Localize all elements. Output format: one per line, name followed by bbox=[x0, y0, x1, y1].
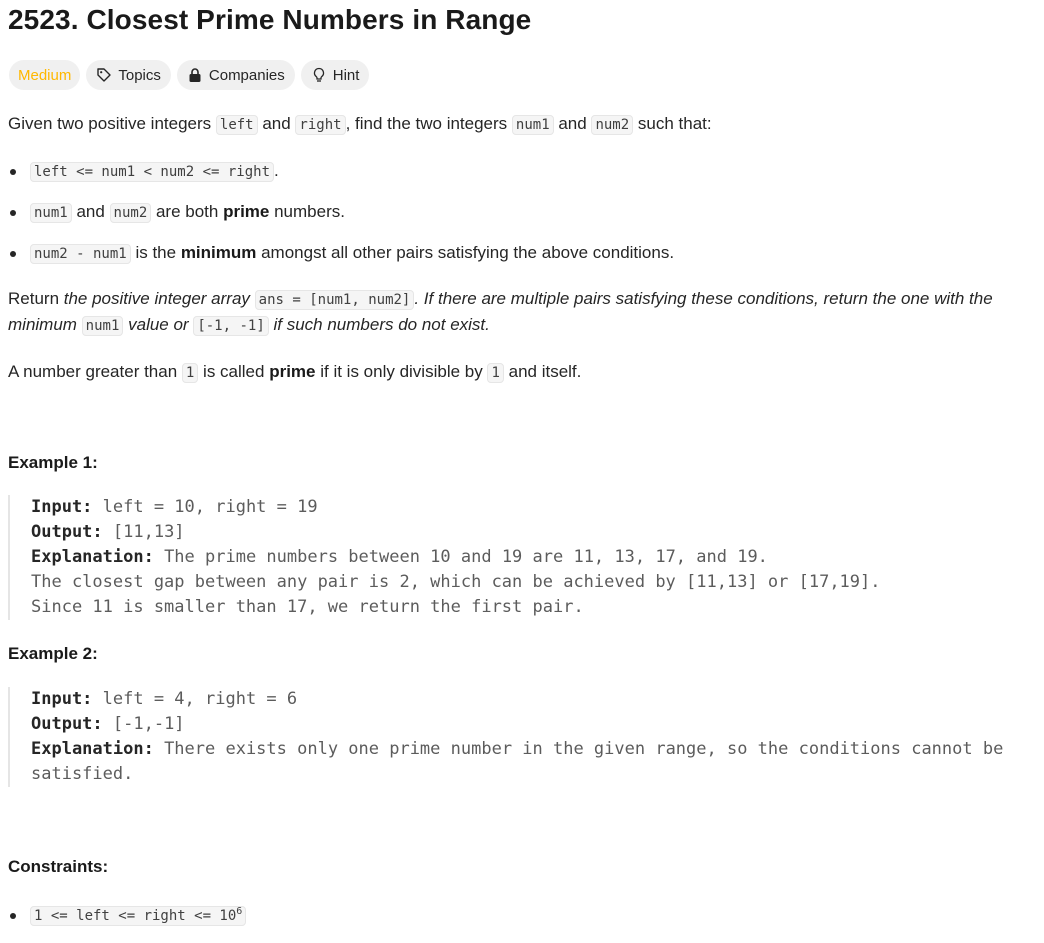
difficulty-badge[interactable]: Medium bbox=[9, 60, 81, 90]
constraint-text: 1 <= left <= right <= 10 bbox=[34, 908, 237, 924]
hint-button[interactable]: Hint bbox=[300, 60, 370, 90]
condition-item-1: left <= num1 < num2 <= right. bbox=[8, 158, 279, 185]
example-2-heading: Example 2: bbox=[8, 644, 98, 663]
definition-text: if it is only divisible by bbox=[315, 362, 488, 381]
inline-code: 1 bbox=[487, 363, 504, 383]
companies-button[interactable]: Companies bbox=[176, 60, 295, 90]
condition-text: numbers. bbox=[269, 202, 345, 221]
inline-code: right bbox=[295, 115, 346, 135]
inline-code: 1 bbox=[181, 363, 199, 383]
intro-text: and bbox=[257, 114, 296, 133]
inline-code: ans = [num1, num2] bbox=[254, 290, 415, 310]
bold-term: prime bbox=[269, 362, 316, 381]
constraints-heading: Constraints: bbox=[8, 857, 109, 876]
explanation-text: Since 11 is smaller than 17, we return t… bbox=[31, 597, 584, 617]
return-italic: minimum bbox=[8, 315, 82, 334]
explanation-text: The closest gap between any pair is 2, w… bbox=[31, 572, 881, 592]
lock-icon bbox=[187, 67, 203, 83]
condition-text: amongst all other pairs satisfying the a… bbox=[256, 243, 675, 262]
return-paragraph-line2: minimum num1 value or [-1, -1] if such n… bbox=[8, 312, 490, 339]
explanation-text: satisfied. bbox=[31, 764, 134, 784]
bullet-dot bbox=[10, 209, 16, 216]
lightbulb-icon bbox=[311, 67, 327, 83]
exponent: 6 bbox=[236, 906, 243, 917]
intro-text: , find the two integers bbox=[345, 114, 512, 133]
explanation-label: Explanation: bbox=[31, 739, 154, 759]
condition-text: and bbox=[71, 202, 110, 221]
explanation-text: There exists only one prime number in th… bbox=[153, 739, 1004, 759]
prime-definition: A number greater than 1 is called prime … bbox=[8, 359, 581, 386]
input-label: Input: bbox=[31, 497, 93, 517]
return-text: Return bbox=[8, 289, 64, 308]
explanation-label: Explanation: bbox=[31, 547, 154, 567]
inline-code: 1 <= left <= right <= 106 bbox=[30, 906, 247, 926]
definition-text: and itself. bbox=[503, 362, 582, 381]
companies-label: Companies bbox=[208, 66, 285, 84]
return-italic: if such numbers do not exist. bbox=[268, 315, 490, 334]
tag-icon bbox=[96, 67, 112, 83]
condition-text: are both bbox=[151, 202, 224, 221]
tag-row: Medium Topics Companies Hint bbox=[9, 60, 370, 90]
intro-text: Given two positive integers bbox=[8, 114, 216, 133]
bullet-dot bbox=[10, 168, 16, 175]
return-paragraph-line1: Return the positive integer array ans = … bbox=[8, 286, 993, 313]
return-italic: the positive integer array bbox=[63, 289, 255, 308]
inline-code: left <= num1 < num2 <= right bbox=[30, 162, 275, 182]
example-input: left = 4, right = 6 bbox=[92, 689, 298, 709]
intro-paragraph: Given two positive integers left and rig… bbox=[8, 111, 712, 138]
bold-term: prime bbox=[223, 202, 270, 221]
bullet-dot bbox=[10, 912, 16, 919]
definition-text: is called bbox=[198, 362, 270, 381]
condition-item-3: num2 - num1 is the minimum amongst all o… bbox=[8, 240, 674, 267]
topics-button[interactable]: Topics bbox=[86, 60, 171, 90]
intro-text: and bbox=[553, 114, 592, 133]
example-1-block: Input: left = 10, right = 19 Output: [11… bbox=[8, 495, 881, 620]
inline-code: num2 bbox=[109, 203, 152, 223]
explanation-text: The prime numbers between 10 and 19 are … bbox=[153, 547, 768, 567]
condition-text: is the bbox=[130, 243, 181, 262]
intro-text: such that: bbox=[633, 114, 712, 133]
inline-code: num1 bbox=[511, 115, 554, 135]
inline-code: num2 bbox=[591, 115, 634, 135]
inline-code: num1 bbox=[30, 203, 72, 223]
hint-label: Hint bbox=[332, 66, 360, 84]
return-italic: value or bbox=[123, 315, 194, 334]
input-label: Input: bbox=[31, 689, 93, 709]
example-output: [11,13] bbox=[102, 522, 185, 542]
page-title: 2523. Closest Prime Numbers in Range bbox=[8, 4, 532, 35]
constraint-item-1: 1 <= left <= right <= 106 bbox=[8, 902, 247, 929]
bullet-dot bbox=[10, 250, 16, 257]
bold-term: minimum bbox=[180, 243, 257, 262]
return-italic: . If there are multiple pairs satisfying… bbox=[414, 289, 993, 308]
inline-code: num2 - num1 bbox=[30, 244, 131, 264]
inline-code: left bbox=[215, 115, 258, 135]
inline-code: [-1, -1] bbox=[193, 316, 269, 336]
condition-item-2: num1 and num2 are both prime numbers. bbox=[8, 199, 345, 226]
output-label: Output: bbox=[31, 522, 103, 542]
example-output: [-1,-1] bbox=[102, 714, 185, 734]
output-label: Output: bbox=[31, 714, 103, 734]
condition-text: . bbox=[274, 161, 279, 180]
example-1-heading: Example 1: bbox=[8, 453, 98, 472]
definition-text: A number greater than bbox=[8, 362, 182, 381]
inline-code: num1 bbox=[81, 316, 124, 336]
example-input: left = 10, right = 19 bbox=[92, 497, 318, 517]
example-2-block: Input: left = 4, right = 6 Output: [-1,-… bbox=[8, 687, 1003, 787]
topics-label: Topics bbox=[118, 66, 161, 84]
